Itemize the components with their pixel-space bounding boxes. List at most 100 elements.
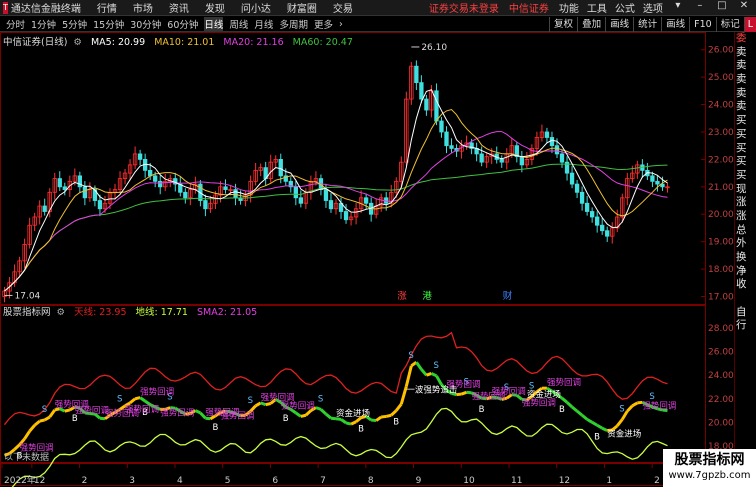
tool-drawline[interactable]: 画线	[661, 16, 689, 32]
side-item-bid5: 买五	[736, 168, 747, 181]
candle-body	[183, 191, 188, 199]
sma-segment	[596, 423, 603, 430]
sma-segment	[435, 375, 443, 386]
candle-body	[569, 172, 575, 185]
side-item-netasset: 净资	[736, 264, 747, 277]
kline-chart[interactable]: 26.00 25.00 24.00 23.00 22.00 21.00 20.00 19.00…	[0, 32, 734, 487]
indicator-tick-label: 26.00	[708, 348, 734, 358]
sma-segment	[390, 409, 398, 417]
event-marker-label: 涨	[397, 291, 407, 302]
sell-signal-mark: S	[42, 405, 47, 415]
sma-segment	[294, 411, 302, 418]
tool-draw[interactable]: 画线	[605, 16, 633, 32]
menu-item-function[interactable]: 功能	[559, 0, 579, 15]
menu-bar: T 通达信金融终端 行情 市场 资讯 发现 问小达 财富圈 交易 证券交易未登录…	[0, 0, 756, 16]
side-item-quote[interactable]: 行情	[735, 319, 756, 333]
candle-body	[584, 202, 590, 212]
indicator-tick-label: 20.00	[708, 418, 734, 428]
candle-body	[444, 131, 449, 147]
menu-item-options[interactable]: 选项	[643, 0, 663, 15]
menu-item-ask[interactable]: 问小达	[241, 0, 271, 15]
period-tab-daily[interactable]: 日线	[204, 17, 224, 31]
sma-segment	[410, 361, 418, 368]
level2-button[interactable]: L	[743, 16, 756, 32]
maximize-icon[interactable]: □	[715, 0, 729, 15]
side-item-pct: 涨幅	[736, 209, 747, 222]
sell-signal-mark: S	[619, 404, 624, 414]
sma-segment	[300, 413, 307, 418]
price-tick-label: 17.00	[708, 293, 734, 303]
brand-url: www.7gpzb.com	[668, 470, 751, 481]
tool-overlay[interactable]: 叠加	[577, 16, 605, 32]
sell-signal-mark: S	[408, 351, 413, 361]
indicator-text-label: 资金进场	[607, 429, 641, 440]
time-axis-label: 2	[654, 476, 660, 486]
menu-item-quotes[interactable]: 行情	[97, 0, 117, 15]
tool-mark[interactable]: 标记	[715, 16, 744, 32]
sma-segment	[415, 361, 423, 371]
menu-item-news[interactable]: 资讯	[169, 0, 189, 15]
menu-item-discover[interactable]: 发现	[205, 0, 225, 15]
tool-f10[interactable]: F10	[689, 16, 716, 32]
time-axis-label: 12	[34, 476, 45, 486]
sell-signal-mark: S	[433, 361, 438, 371]
candle-body	[595, 216, 600, 226]
candle-body	[574, 183, 580, 193]
sma-segment	[345, 421, 352, 426]
menu-item-formula[interactable]: 公式	[615, 0, 635, 15]
side-item-ask4: 卖四	[736, 59, 747, 72]
buy-signal-mark: B	[358, 425, 364, 435]
sma-segment	[430, 372, 438, 378]
candle-body	[158, 180, 163, 188]
period-tab-multi[interactable]: 多周期	[279, 17, 308, 31]
candle-body	[414, 65, 419, 84]
time-axis-label: 9	[416, 476, 422, 486]
more-arrow-icon[interactable]: ›	[339, 19, 343, 30]
sma-segment	[381, 414, 387, 419]
candle-body	[298, 197, 303, 204]
sma-segment	[254, 401, 262, 408]
price-legend: 中信证券(日线) ⚙ MA5: 20.99 MA10: 21.01 MA20: 2…	[3, 34, 359, 48]
period-tab-weekly[interactable]: 周线	[229, 17, 248, 31]
candle-body	[323, 189, 329, 201]
indicator-tick-label: 24.00	[708, 371, 734, 381]
candle-body	[363, 197, 369, 204]
price-tick-label: 20.00	[708, 210, 734, 220]
ma5-label: MA5: 20.99	[90, 37, 146, 48]
sma-segment	[404, 365, 413, 387]
side-item-auto[interactable]: 自动	[735, 306, 756, 320]
period-tab-1min[interactable]: 1分钟	[31, 17, 56, 31]
sma-segment	[43, 415, 51, 422]
price-tick-label: 22.00	[708, 155, 734, 165]
menu-item-trade[interactable]: 交易	[333, 0, 353, 15]
minimize-icon[interactable]: –	[693, 0, 707, 15]
buy-signal-mark: B	[479, 405, 485, 415]
price-tick-label: 23.00	[708, 128, 734, 138]
period-tab-60min[interactable]: 60分钟	[167, 17, 198, 31]
period-tab-30min[interactable]: 30分钟	[130, 17, 161, 31]
period-tab-5min[interactable]: 5分钟	[62, 17, 87, 31]
tool-adjust[interactable]: 复权	[549, 16, 577, 32]
time-axis-label: 4	[177, 476, 183, 486]
indicator-gear-icon[interactable]: ⚙	[57, 307, 66, 318]
legend-gear-icon[interactable]: ⚙	[73, 37, 82, 48]
menu-item-market[interactable]: 市场	[133, 0, 153, 15]
broker-name[interactable]: 中信证券	[509, 0, 549, 15]
period-tab-more[interactable]: 更多	[314, 17, 333, 31]
menu-item-wealth[interactable]: 财富圈	[287, 0, 317, 15]
period-tab-15min[interactable]: 15分钟	[93, 17, 124, 31]
close-icon[interactable]: ✕	[737, 0, 751, 15]
menu-item-tools[interactable]: 工具	[587, 0, 607, 15]
candle-body	[655, 180, 660, 185]
period-tab-monthly[interactable]: 月线	[254, 17, 273, 31]
period-tab-intraday[interactable]: 分时	[6, 17, 25, 31]
candle-body	[82, 186, 88, 199]
login-status-alert[interactable]: 证券交易未登录	[429, 0, 499, 15]
price-tick-label: 18.00	[708, 265, 734, 275]
indicator-text-label: 强势回调	[642, 400, 676, 411]
ma60-label: MA60: 20.47	[292, 37, 353, 48]
candle-body	[57, 178, 62, 188]
buy-signal-mark: B	[283, 414, 289, 424]
tool-stats[interactable]: 统计	[633, 16, 661, 32]
dropdown-icon[interactable]: ▾	[671, 0, 685, 15]
